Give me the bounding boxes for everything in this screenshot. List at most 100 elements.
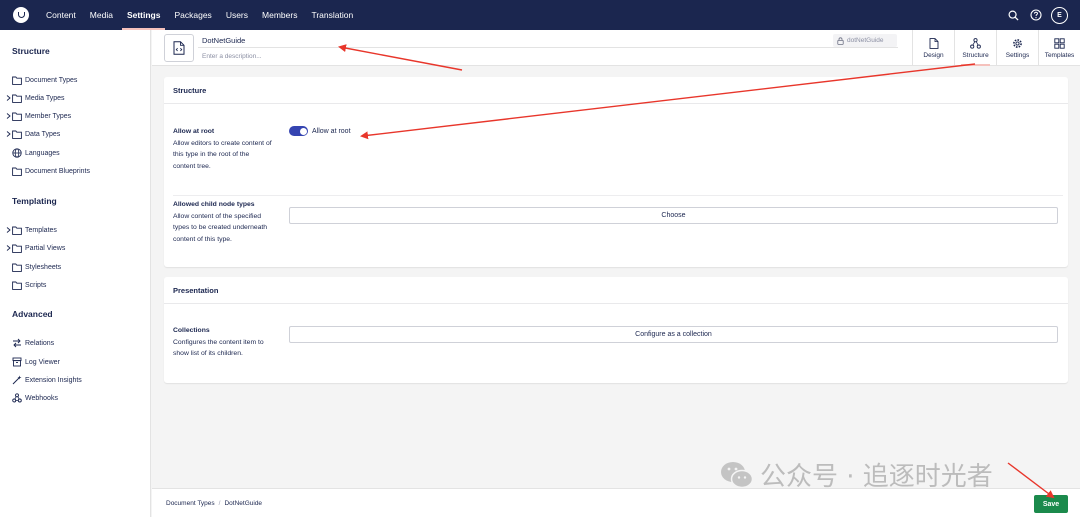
folder-icon xyxy=(12,166,22,176)
sidebar-item-label: Partial Views xyxy=(25,244,66,252)
breadcrumb-item-current[interactable]: DotNetGuide xyxy=(224,500,262,507)
chevron-right-icon[interactable] xyxy=(4,95,12,101)
sidebar-item-scripts[interactable]: Scripts xyxy=(4,279,46,291)
tab-design[interactable]: Design xyxy=(912,30,954,66)
property-title: Collections xyxy=(173,327,210,334)
allow-at-root-toggle[interactable] xyxy=(289,126,308,136)
property-description: Allow editors to create content of this … xyxy=(173,139,272,170)
nav-item-packages[interactable]: Packages xyxy=(167,0,218,30)
sidebar-item-label: Extension Insights xyxy=(25,376,82,384)
property-label: Allowed child node types Allow content o… xyxy=(173,199,273,245)
sidebar-item-document-blueprints[interactable]: Document Blueprints xyxy=(4,165,90,177)
document-type-name-input[interactable]: DotNetGuide xyxy=(198,33,898,48)
sidebar-item-document-types[interactable]: Document Types xyxy=(4,74,77,86)
breadcrumb-separator: / xyxy=(218,500,221,507)
tab-structure[interactable]: Structure xyxy=(954,30,996,66)
property-label: Allow at root Allow editors to create co… xyxy=(173,126,273,172)
nav-item-content[interactable]: Content xyxy=(39,0,83,30)
property-collections: Collections Configures the content item … xyxy=(173,325,1063,365)
alias-value: dotNetGuide xyxy=(847,37,884,44)
help-icon[interactable] xyxy=(1029,9,1042,22)
gear-icon xyxy=(1013,38,1022,48)
main-nav: Content Media Settings Packages Users Me… xyxy=(39,0,360,30)
breadcrumb: Document Types / DotNetGuide xyxy=(166,489,262,517)
structure-box: Structure Allow at root Allow editors to… xyxy=(164,77,1068,267)
tab-label: Settings xyxy=(1005,51,1030,59)
property-label: Collections Configures the content item … xyxy=(173,325,273,360)
nav-item-settings[interactable]: Settings xyxy=(120,0,168,30)
webhook-icon xyxy=(12,393,22,403)
sidebar-item-data-types[interactable]: Data Types xyxy=(4,128,60,140)
breadcrumb-item-document-types[interactable]: Document Types xyxy=(166,500,215,507)
alias-field[interactable]: dotNetGuide xyxy=(833,34,897,47)
umbraco-logo[interactable] xyxy=(13,7,29,23)
code-document-icon xyxy=(173,41,185,55)
sidebar-item-label: Data Types xyxy=(25,130,61,138)
save-button[interactable]: Save xyxy=(1034,495,1068,513)
structure-box-title: Structure xyxy=(164,77,1068,104)
folder-icon xyxy=(12,280,22,290)
workspace-main: Structure Allow at root Allow editors to… xyxy=(152,67,1080,492)
templates-icon xyxy=(1054,37,1065,49)
sidebar-item-media-types[interactable]: Media Types xyxy=(4,92,65,104)
top-navigation-bar: Content Media Settings Packages Users Me… xyxy=(0,0,1080,30)
globe-icon xyxy=(12,148,22,158)
sidebar-item-templates[interactable]: Templates xyxy=(4,224,57,236)
user-avatar[interactable]: E xyxy=(1051,6,1068,24)
property-title: Allowed child node types xyxy=(173,201,255,208)
tab-label: Structure xyxy=(962,51,989,59)
sidebar-item-label: Document Types xyxy=(25,76,78,84)
choose-button[interactable]: Choose xyxy=(289,207,1058,224)
sidebar-item-languages[interactable]: Languages xyxy=(4,147,60,159)
folder-icon xyxy=(12,75,22,85)
configure-as-collection-button[interactable]: Configure as a collection xyxy=(289,326,1058,343)
sidebar-item-partial-views[interactable]: Partial Views xyxy=(4,242,65,254)
chevron-right-icon[interactable] xyxy=(4,245,12,251)
sidebar-item-extension-insights[interactable]: Extension Insights xyxy=(4,374,82,386)
tab-settings[interactable]: Settings xyxy=(996,30,1038,66)
sidebar-section-structure: Structure xyxy=(12,46,50,56)
workspace-tabs: Design Structure Settings Templates xyxy=(912,30,1080,66)
workspace-header: DotNetGuide dotNetGuide Enter a descript… xyxy=(152,30,1080,66)
allow-at-root-toggle-wrap: Allow at root xyxy=(289,126,351,136)
search-icon[interactable] xyxy=(1007,9,1020,22)
sidebar-item-label: Log Viewer xyxy=(25,358,60,366)
tab-label: Templates xyxy=(1044,51,1075,59)
header-actions: E xyxy=(1007,6,1068,24)
lock-icon[interactable] xyxy=(837,36,844,45)
structure-icon xyxy=(970,37,981,49)
document-type-icon-picker[interactable] xyxy=(164,34,194,62)
folder-icon xyxy=(12,243,22,253)
sidebar-item-label: Webhooks xyxy=(25,394,58,402)
nav-item-translation[interactable]: Translation xyxy=(304,0,360,30)
sidebar-section-advanced: Advanced xyxy=(12,309,53,319)
description-input[interactable]: Enter a description... xyxy=(198,50,898,63)
chevron-right-icon[interactable] xyxy=(4,113,12,119)
property-divider xyxy=(173,195,1063,196)
sidebar-item-label: Media Types xyxy=(25,94,65,102)
property-description: Allow content of the specified types to … xyxy=(173,212,268,243)
nav-item-users[interactable]: Users xyxy=(219,0,255,30)
sidebar-item-label: Document Blueprints xyxy=(25,167,90,175)
nav-item-members[interactable]: Members xyxy=(255,0,304,30)
workspace-footer: Document Types / DotNetGuide Save xyxy=(152,488,1080,517)
sidebar-item-label: Stylesheets xyxy=(25,263,62,271)
chevron-right-icon[interactable] xyxy=(4,131,12,137)
sidebar-item-relations[interactable]: Relations xyxy=(4,337,54,349)
property-allow-at-root: Allow at root Allow editors to create co… xyxy=(173,126,1063,186)
toggle-label: Allow at root xyxy=(312,127,351,135)
chevron-right-icon[interactable] xyxy=(4,227,12,233)
sidebar-item-label: Scripts xyxy=(25,281,47,289)
property-allowed-child-node-types: Allowed child node types Allow content o… xyxy=(173,199,1063,259)
nav-item-media[interactable]: Media xyxy=(83,0,120,30)
sidebar-item-log-viewer[interactable]: Log Viewer xyxy=(4,356,60,368)
property-title: Allow at root xyxy=(173,128,215,135)
sidebar-item-member-types[interactable]: Member Types xyxy=(4,110,71,122)
sidebar-item-stylesheets[interactable]: Stylesheets xyxy=(4,261,61,273)
tab-label: Design xyxy=(923,51,944,59)
tab-templates[interactable]: Templates xyxy=(1038,30,1080,66)
sidebar-item-webhooks[interactable]: Webhooks xyxy=(4,392,58,404)
wechat-icon xyxy=(721,461,754,488)
folder-icon xyxy=(12,262,22,272)
sidebar: Structure Document Types Media Types Mem… xyxy=(0,30,151,517)
